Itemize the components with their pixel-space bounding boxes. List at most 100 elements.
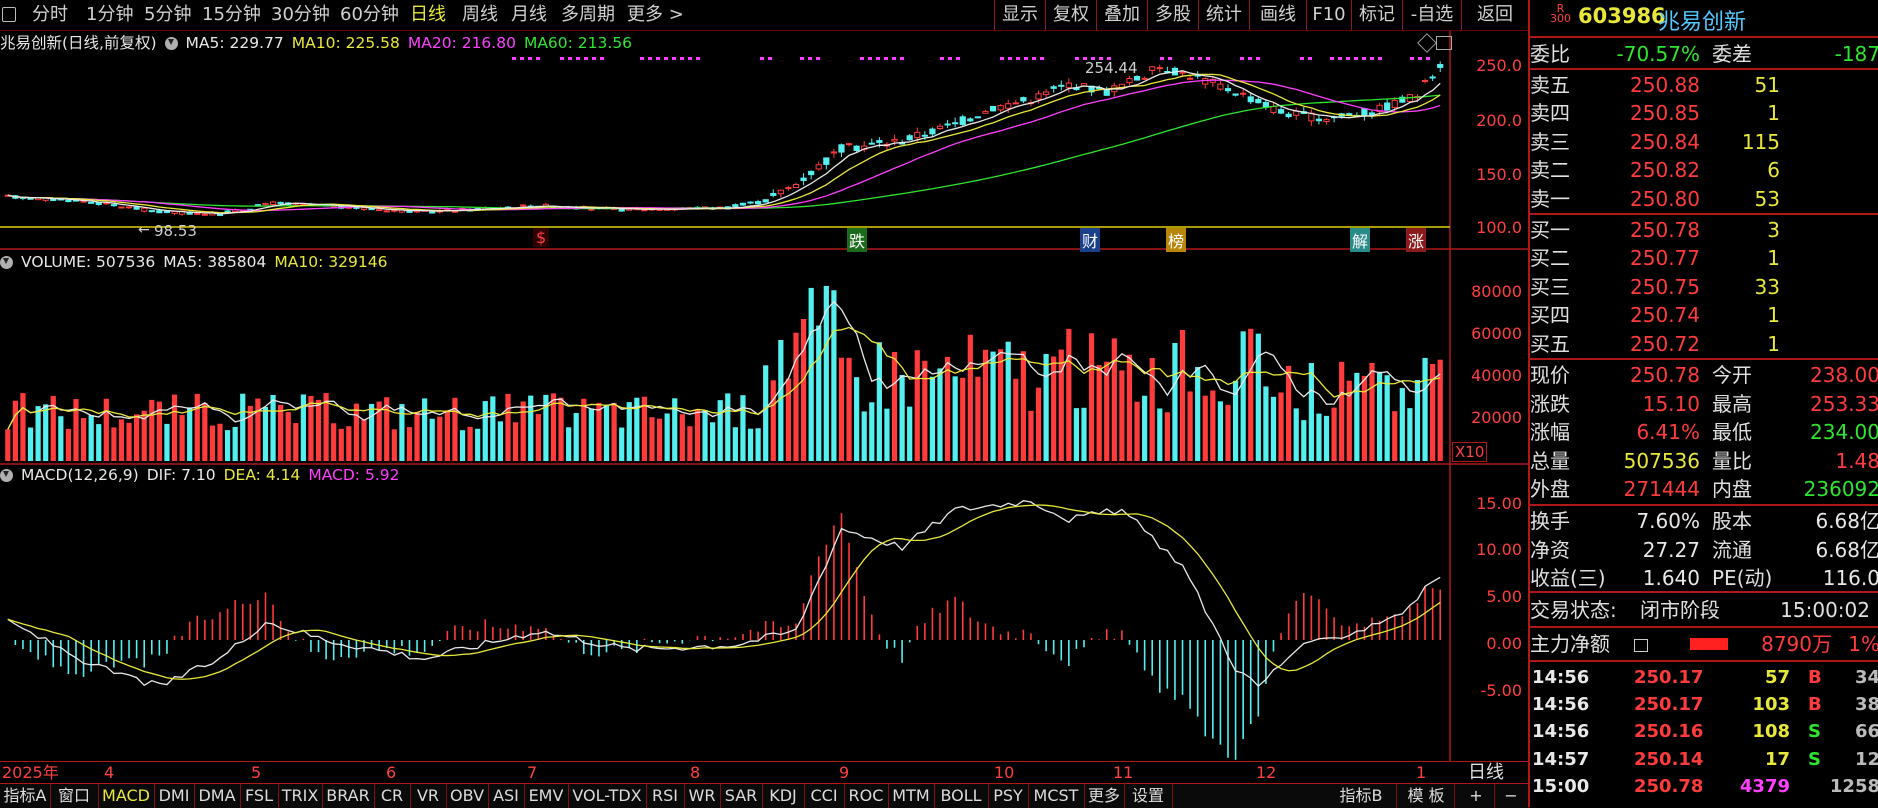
macd-axis-neg5: -5.00 xyxy=(1480,681,1522,700)
stat-value: 253.33 xyxy=(1810,391,1878,416)
indicator-tab[interactable]: KDJ xyxy=(762,784,805,808)
bid-row[interactable]: 买四 250.74 1 xyxy=(1530,301,1878,329)
level-price: 250.82 xyxy=(1630,158,1700,183)
stat-label: 总量 xyxy=(1530,448,1570,473)
tool-watchlist[interactable]: -自选 xyxy=(1402,0,1461,30)
tool-f10[interactable]: F10 xyxy=(1306,0,1351,30)
indicator-tab[interactable]: SAR xyxy=(720,784,763,808)
event-marker-rank[interactable]: 榜 xyxy=(1166,228,1187,252)
indicator-tab[interactable]: MTM xyxy=(888,784,935,808)
indicator-tab[interactable]: 设置 xyxy=(1124,784,1173,808)
indicator-tab[interactable]: MACD xyxy=(98,784,155,808)
tick-row: 14:56 250.17 103 B 38 xyxy=(1530,691,1878,718)
period-15min[interactable]: 15分钟 xyxy=(202,0,261,30)
stat-label: 现价 xyxy=(1530,363,1570,387)
period-monthly[interactable]: 月线 xyxy=(511,0,547,30)
indicator-tab[interactable]: TRIX xyxy=(278,784,323,808)
indicator-tab[interactable]: FSL xyxy=(240,784,279,808)
indicator-tab[interactable]: PSY xyxy=(988,784,1029,808)
indicator-tab[interactable]: VOL-TDX xyxy=(568,784,647,808)
indicator-tab[interactable]: 指标A xyxy=(0,784,51,808)
ask-row[interactable]: 卖五 250.88 51 xyxy=(1530,71,1878,99)
status-value: 闭市阶段 xyxy=(1640,598,1720,622)
tick-count: 1258 xyxy=(1829,775,1878,797)
period-more[interactable]: 更多 > xyxy=(627,0,684,30)
list-icon[interactable] xyxy=(1634,639,1648,652)
period-fenshi[interactable]: 分时 xyxy=(32,0,68,30)
stat-row: 涨幅 6.41% 最低 234.00 xyxy=(1530,418,1878,446)
ask-row[interactable]: 卖一 250.80 53 xyxy=(1530,185,1878,213)
ask-row[interactable]: 卖四 250.85 1 xyxy=(1530,99,1878,127)
indicator-tab[interactable]: EMV xyxy=(524,784,569,808)
window-icon[interactable] xyxy=(2,7,16,22)
level-label: 卖五 xyxy=(1530,73,1570,97)
event-marker-dollar[interactable]: $ xyxy=(533,228,550,247)
period-30min[interactable]: 30分钟 xyxy=(271,0,330,30)
bid-row[interactable]: 买三 250.75 33 xyxy=(1530,273,1878,301)
indicator-tab[interactable]: WR xyxy=(684,784,721,808)
vol-axis-80000: 80000 xyxy=(1471,282,1522,301)
tool-adjust[interactable]: 复权 xyxy=(1045,0,1096,30)
event-marker-rise[interactable]: 涨 xyxy=(1406,228,1427,252)
signal-dots xyxy=(512,57,1430,60)
indicator-tab[interactable]: DMA xyxy=(194,784,241,808)
period-1min[interactable]: 1分钟 xyxy=(86,0,133,30)
indicator-tab[interactable]: VR xyxy=(410,784,447,808)
indicator-tab[interactable]: MCST xyxy=(1028,784,1085,808)
tool-display[interactable]: 显示 xyxy=(994,0,1045,30)
tabbar-control[interactable]: − xyxy=(1494,784,1529,808)
event-marker-unlock[interactable]: 解 xyxy=(1350,228,1371,252)
indicator-tab[interactable]: 更多 xyxy=(1084,784,1125,808)
period-multi[interactable]: 多周期 xyxy=(561,0,615,30)
indicator-tab[interactable]: OBV xyxy=(446,784,489,808)
ma5-label: MA5: 229.77 xyxy=(185,34,284,52)
event-marker-finance[interactable]: 财 xyxy=(1080,228,1101,252)
stat-label: 最高 xyxy=(1712,391,1752,416)
bid-row[interactable]: 买二 250.77 1 xyxy=(1530,244,1878,272)
tool-overlay[interactable]: 叠加 xyxy=(1096,0,1147,30)
stat-label: 涨幅 xyxy=(1530,420,1570,445)
board-badge: R 300 xyxy=(1550,3,1571,24)
period-weekly[interactable]: 周线 xyxy=(462,0,498,30)
ask-row[interactable]: 卖三 250.84 115 xyxy=(1530,128,1878,156)
level-price: 250.84 xyxy=(1630,129,1700,154)
stat-value: 238.00 xyxy=(1810,363,1878,387)
period-5min[interactable]: 5分钟 xyxy=(144,0,191,30)
indicator-tab[interactable]: BRAR xyxy=(322,784,375,808)
indicator-tab[interactable]: 窗口 xyxy=(50,784,99,808)
indicator-tab[interactable]: ROC xyxy=(844,784,889,808)
tick-time: 14:56 xyxy=(1532,667,1590,688)
tick-volume: 108 xyxy=(1752,721,1790,743)
period-daily[interactable]: 日线 xyxy=(410,0,446,30)
restore-icon[interactable] xyxy=(1436,36,1452,50)
tabbar-control[interactable]: 指标B xyxy=(1326,784,1397,808)
bid-row[interactable]: 买五 250.72 1 xyxy=(1530,330,1878,358)
tabbar-control[interactable]: 模 板 xyxy=(1398,784,1455,808)
tool-stats[interactable]: 统计 xyxy=(1198,0,1249,30)
indicator-tab[interactable]: ASI xyxy=(488,784,525,808)
month-label: 4 xyxy=(104,763,115,782)
tool-mark[interactable]: 标记 xyxy=(1351,0,1402,30)
bid-row[interactable]: 买一 250.78 3 xyxy=(1530,216,1878,244)
ask-row[interactable]: 卖二 250.82 6 xyxy=(1530,156,1878,184)
kline-chart[interactable] xyxy=(0,31,1528,761)
tick-row: 14:56 250.16 108 S 66 xyxy=(1530,718,1878,745)
level-volume: 1 xyxy=(1767,303,1780,328)
stat-row: 换手 7.60% 股本 6.68亿 xyxy=(1530,507,1878,535)
indicator-tab[interactable]: BOLL xyxy=(934,784,989,808)
dropdown-icon[interactable] xyxy=(0,469,13,482)
stat-value: 250.78 xyxy=(1630,363,1700,387)
divider xyxy=(1530,68,1878,70)
indicator-tab[interactable]: CCI xyxy=(804,784,845,808)
tool-draw[interactable]: 画线 xyxy=(1249,0,1306,30)
tool-multistock[interactable]: 多股 xyxy=(1147,0,1198,30)
indicator-tab[interactable]: CR xyxy=(374,784,411,808)
dropdown-icon[interactable] xyxy=(0,256,13,269)
tabbar-control[interactable]: + xyxy=(1458,784,1495,808)
indicator-tab[interactable]: RSI xyxy=(646,784,685,808)
tool-back[interactable]: 返回 xyxy=(1461,0,1528,30)
period-60min[interactable]: 60分钟 xyxy=(340,0,399,30)
indicator-tab[interactable]: DMI xyxy=(154,784,195,808)
event-marker-fall[interactable]: 跌 xyxy=(847,228,868,252)
dropdown-icon[interactable] xyxy=(164,37,178,50)
